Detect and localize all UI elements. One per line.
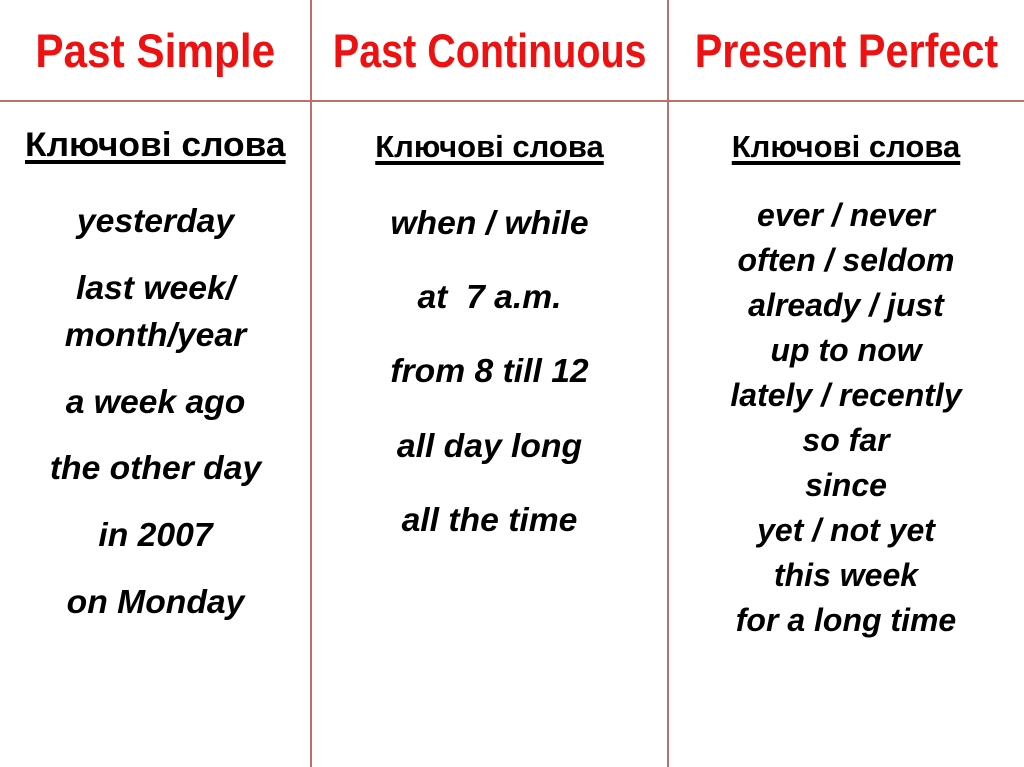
- column-title-past-simple: Past Simple: [35, 23, 276, 77]
- header-cell-past-continuous: Past Continuous: [311, 0, 668, 100]
- keywords-heading-present-perfect: Ключові слова: [731, 129, 961, 164]
- list-item: often / seldom: [737, 242, 955, 279]
- list-item: all the time: [401, 500, 578, 538]
- list-item: all day long: [396, 426, 583, 464]
- keyword-list-past-simple: yesterday last week/ month/year a week a…: [0, 198, 311, 646]
- list-item: up to now: [770, 332, 922, 369]
- list-item: at 7 a.m.: [417, 278, 562, 316]
- list-item: from 8 till 12: [390, 352, 589, 390]
- keywords-heading-past-simple: Ключові слова: [25, 126, 286, 164]
- keyword-list-present-perfect: ever / never often / seldom already / ju…: [668, 196, 1024, 646]
- list-item: when / while: [390, 204, 589, 241]
- list-item: yesterday: [76, 202, 235, 239]
- column-title-present-perfect: Present Perfect: [694, 23, 998, 77]
- keyword-list-past-continuous: when / while at 7 a.m. from 8 till 12 al…: [311, 200, 668, 571]
- header-cell-past-simple: Past Simple: [0, 0, 311, 100]
- list-item: on Monday: [66, 583, 245, 621]
- list-item: the other day: [49, 449, 262, 487]
- list-item: yet / not yet: [757, 512, 935, 549]
- list-item: already / just: [748, 287, 944, 324]
- list-item: last week/ month/year: [64, 268, 247, 353]
- column-present-perfect: Ключові слова ever / never often / seldo…: [668, 102, 1024, 767]
- column-title-past-continuous: Past Continuous: [332, 23, 647, 77]
- grammar-keywords-table: Past Simple Past Continuous Present Perf…: [0, 0, 1024, 767]
- header-cell-present-perfect: Present Perfect: [668, 0, 1024, 100]
- table-header-row: Past Simple Past Continuous Present Perf…: [0, 0, 1024, 100]
- list-item: in 2007: [98, 516, 213, 554]
- list-item: since: [805, 467, 887, 504]
- list-item: lately / recently: [730, 377, 962, 414]
- keywords-heading-past-continuous: Ключові слова: [375, 129, 604, 164]
- list-item: ever / never: [757, 197, 935, 233]
- column-past-simple: Ключові слова yesterday last week/ month…: [0, 102, 311, 767]
- list-item: for a long time: [735, 602, 957, 639]
- list-item: this week: [773, 557, 919, 594]
- list-item: a week ago: [65, 382, 246, 420]
- list-item: so far: [802, 422, 890, 459]
- table-body-row: Ключові слова yesterday last week/ month…: [0, 102, 1024, 767]
- column-past-continuous: Ключові слова when / while at 7 a.m. fro…: [311, 102, 668, 767]
